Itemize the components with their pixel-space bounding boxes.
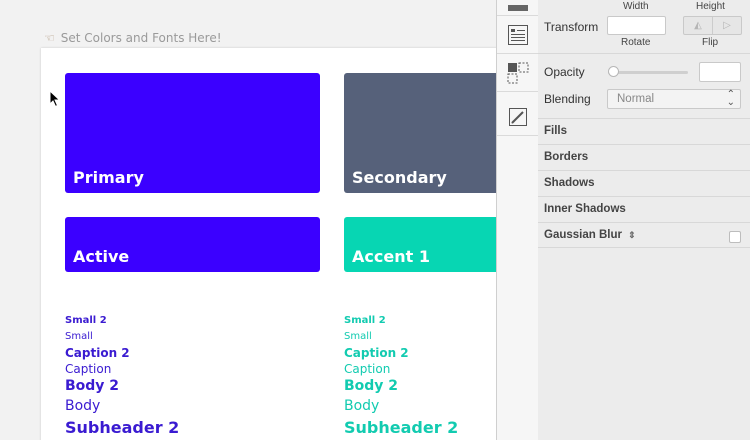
updown-chevron-icon[interactable]: ⇕ (628, 230, 636, 240)
symbols-tab[interactable] (497, 54, 538, 92)
artboard[interactable]: Primary Secondary Active Accent 1 Small … (41, 48, 496, 440)
export-tab[interactable] (497, 98, 538, 136)
type-small[interactable]: Small (344, 332, 372, 342)
type-caption[interactable]: Caption (65, 363, 111, 375)
borders-label: Borders (544, 151, 589, 163)
width-label: Width (623, 1, 649, 12)
opacity-slider-thumb[interactable] (608, 66, 619, 77)
blending-select[interactable]: Normal ⌃ ⌄ (607, 89, 741, 109)
artboard-title-label: Set Colors and Fonts Here! (60, 31, 222, 45)
type-body[interactable]: Body (344, 399, 379, 413)
type-subheader-2[interactable]: Subheader 2 (344, 420, 458, 436)
gaussian-blur-checkbox[interactable] (729, 231, 741, 243)
type-small-2[interactable]: Small 2 (65, 316, 107, 326)
swatch-label: Primary (73, 168, 144, 187)
swatch-primary[interactable]: Primary (65, 73, 320, 193)
list-icon (507, 24, 528, 45)
borders-section[interactable]: Borders (538, 144, 750, 170)
gaussian-blur-section[interactable]: Gaussian Blur ⇕ (538, 222, 750, 248)
type-body-2[interactable]: Body 2 (344, 379, 398, 393)
type-body[interactable]: Body (65, 399, 100, 413)
mouse-cursor-icon (49, 90, 61, 108)
rotate-label: Rotate (621, 37, 651, 48)
align-tab[interactable] (497, 0, 538, 16)
type-small-2[interactable]: Small 2 (344, 316, 386, 326)
swatch-label: Secondary (352, 168, 447, 187)
type-caption-2[interactable]: Caption 2 (344, 347, 409, 359)
pointing-hand-icon: ☜ (44, 31, 55, 45)
symbol-icon (507, 62, 528, 83)
inner-shadows-label: Inner Shadows (544, 203, 626, 215)
type-subheader-2[interactable]: Subheader 2 (65, 420, 179, 436)
edit-icon (508, 107, 527, 126)
height-label: Height (696, 1, 725, 12)
opacity-value-field[interactable] (699, 62, 741, 82)
fills-section[interactable]: Fills (538, 118, 750, 144)
type-body-2[interactable]: Body 2 (65, 379, 119, 393)
fills-label: Fills (544, 125, 568, 137)
inspector-panel: Width Height Transform ◭ ▷ Rotate Flip O… (538, 0, 750, 440)
opacity-slider[interactable] (608, 66, 688, 78)
swatch-secondary[interactable]: Secondary (344, 73, 496, 193)
opacity-label: Opacity (544, 65, 585, 79)
swatch-active[interactable]: Active (65, 217, 320, 272)
canvas[interactable]: ☜ Set Colors and Fonts Here! Primary Sec… (0, 0, 496, 440)
swatch-label: Accent 1 (352, 247, 430, 266)
type-caption-2[interactable]: Caption 2 (65, 347, 130, 359)
flip-control[interactable]: ◭ ▷ (683, 16, 742, 35)
flip-label: Flip (702, 37, 719, 48)
inner-shadows-section[interactable]: Inner Shadows (538, 196, 750, 222)
flip-horizontal-icon[interactable]: ◭ (684, 17, 713, 34)
transform-label: Transform (544, 20, 599, 34)
blending-label: Blending (544, 92, 591, 106)
shadows-label: Shadows (544, 177, 595, 189)
style-tab[interactable] (497, 16, 538, 54)
swatch-accent-1[interactable]: Accent 1 (344, 217, 496, 272)
blending-value: Normal (617, 93, 655, 105)
gaussian-blur-label: Gaussian Blur (544, 229, 622, 241)
inspector-tab-column (496, 0, 539, 440)
artboard-title[interactable]: ☜ Set Colors and Fonts Here! (44, 31, 222, 45)
swatch-label: Active (73, 247, 130, 266)
shadows-section[interactable]: Shadows (538, 170, 750, 196)
flip-vertical-icon[interactable]: ▷ (713, 17, 741, 34)
divider (538, 53, 750, 54)
updown-chevron-icon: ⌃ ⌄ (726, 89, 735, 108)
rotate-field[interactable] (607, 16, 666, 35)
align-icon (507, 4, 528, 11)
opacity-slider-track (608, 71, 688, 74)
type-caption[interactable]: Caption (344, 363, 390, 375)
type-small[interactable]: Small (65, 332, 93, 342)
